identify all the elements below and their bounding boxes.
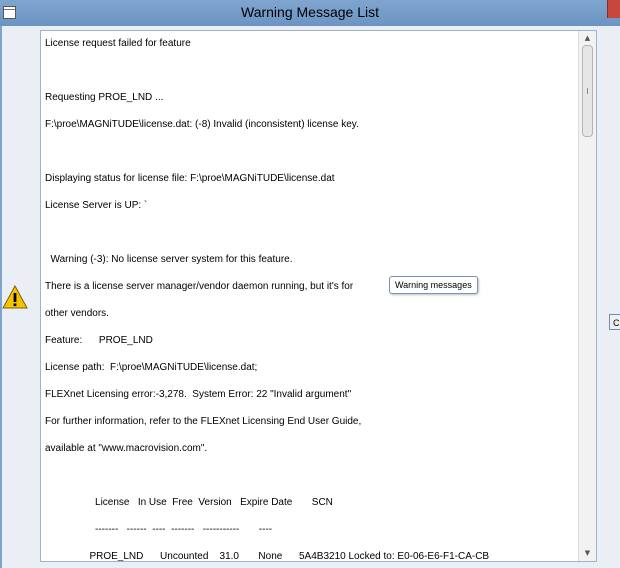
- message-panel: License request failed for feature Reques…: [40, 30, 597, 562]
- message-line: License request failed for feature: [45, 38, 191, 49]
- message-line: Warning (-3): No license server system f…: [45, 254, 293, 265]
- message-line: FLEXnet Licensing error:-3,278. System E…: [45, 389, 352, 400]
- message-line: Requesting PROE_LND ...: [45, 92, 164, 103]
- tooltip-text: Warning messages: [395, 280, 472, 290]
- message-line: License Server is UP: `: [45, 200, 148, 211]
- message-line: available at "www.macrovision.com".: [45, 443, 208, 454]
- message-line: PROE_LND Uncounted 31.0 None 5A4B3210 Lo…: [45, 551, 490, 562]
- close-button[interactable]: [607, 0, 620, 18]
- message-line: Feature: PROE_LND: [45, 335, 153, 346]
- message-line: For further information, refer to the FL…: [45, 416, 362, 427]
- message-line: There is a license server manager/vendor…: [45, 281, 354, 292]
- side-button-label: C: [613, 318, 620, 328]
- window-title: Warning Message List: [241, 4, 379, 20]
- vertical-scrollbar[interactable]: ▲ ▼: [578, 31, 596, 561]
- message-text-area[interactable]: License request failed for feature Reques…: [41, 31, 577, 561]
- scroll-thumb[interactable]: [582, 45, 593, 137]
- message-line: ------- ------ ---- ------- ----------- …: [45, 524, 273, 535]
- message-line: License path: F:\proe\MAGNiTUDE\license.…: [45, 362, 258, 373]
- warning-triangle-icon: [2, 285, 28, 309]
- tooltip: Warning messages: [389, 276, 478, 294]
- message-line: Displaying status for license file: F:\p…: [45, 173, 335, 184]
- message-line: other vendors.: [45, 308, 109, 319]
- title-bar[interactable]: Warning Message List: [0, 0, 620, 26]
- scroll-down-arrow-icon[interactable]: ▼: [579, 546, 596, 561]
- scroll-up-arrow-icon[interactable]: ▲: [579, 31, 596, 46]
- message-line: F:\proe\MAGNiTUDE\license.dat: (-8) Inva…: [45, 119, 359, 130]
- message-line: License In Use Free Version Expire Date …: [45, 497, 333, 508]
- dialog-body: License request failed for feature Reques…: [0, 26, 620, 568]
- side-button[interactable]: C: [609, 314, 620, 330]
